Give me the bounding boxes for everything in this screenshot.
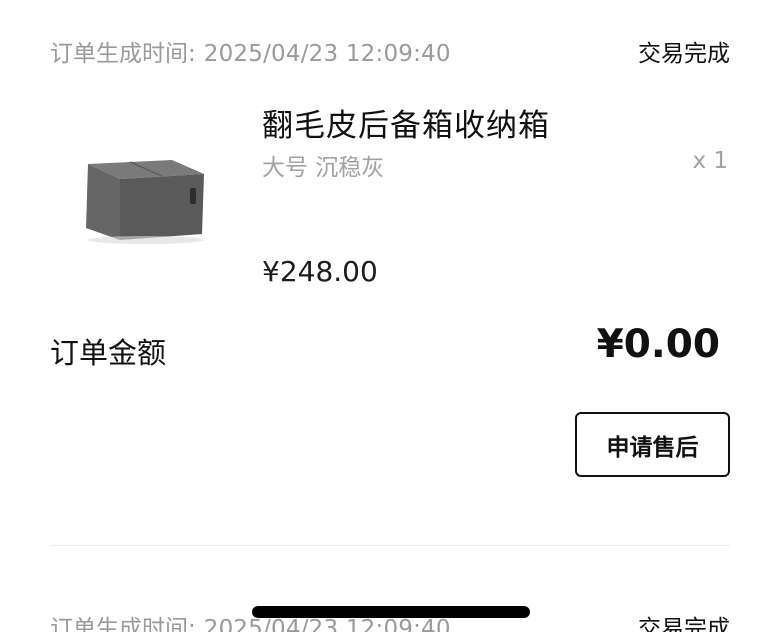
- order-time-label: 订单生成时间:: [50, 616, 196, 632]
- order-time-value: 2025/04/23 12:09:40: [203, 41, 451, 67]
- order-amount-label: 订单金额: [50, 336, 167, 370]
- product-title[interactable]: 翻毛皮后备箱收纳箱: [262, 100, 550, 145]
- order-time: 订单生成时间: 2025/04/23 12:09:40: [50, 34, 451, 68]
- order-header: 订单生成时间: 2025/04/23 12:09:40 交易完成: [50, 35, 730, 67]
- order-divider: [50, 545, 730, 546]
- product-image[interactable]: [80, 150, 210, 245]
- order-list-page: 订单生成时间: 2025/04/23 12:09:40 交易完成 翻毛皮后备箱收纳…: [0, 0, 780, 632]
- product-price: ¥248.00: [262, 255, 378, 288]
- apply-after-sale-button[interactable]: 申请售后: [575, 412, 730, 477]
- order-time-label: 订单生成时间:: [50, 41, 196, 67]
- product-quantity: x 1: [692, 148, 728, 174]
- home-indicator[interactable]: [252, 606, 530, 618]
- order-time-value: 2025/04/23 12:09:40: [203, 616, 451, 632]
- order-amount-value: ¥0.00: [596, 322, 720, 367]
- product-spec: 大号 沉稳灰: [262, 155, 385, 181]
- storage-box-icon: [86, 160, 204, 244]
- order-status: 交易完成: [638, 616, 730, 632]
- order-status: 交易完成: [638, 41, 730, 67]
